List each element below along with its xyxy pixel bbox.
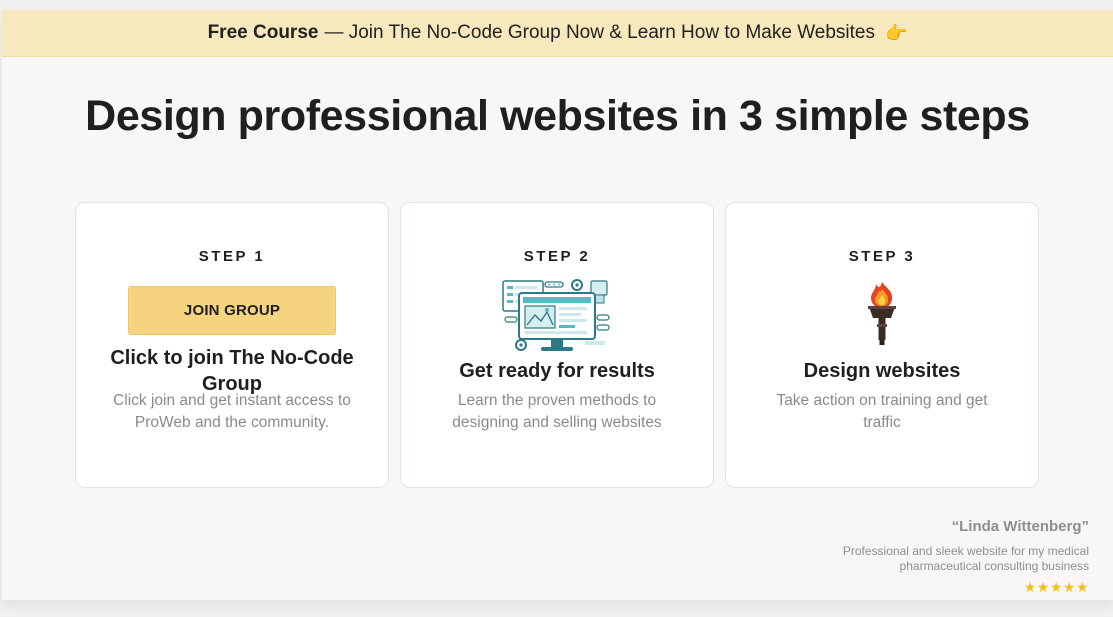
torch-icon (868, 282, 896, 345)
step-description: Click join and get instant access to Pro… (113, 392, 351, 431)
step-title: Design websites (803, 360, 961, 382)
step-title: Get ready for results (459, 360, 655, 382)
step-label: STEP 3 (848, 248, 916, 265)
banner-bold-text: Free Course (207, 22, 319, 43)
pointing-hand-icon: 👉 (885, 22, 908, 43)
promo-banner[interactable]: Free Course — Join The No-Code Group Now… (2, 10, 1113, 57)
testimonial-author: “Linda Wittenberg” (951, 518, 1089, 535)
web-design-illustration-icon (502, 279, 610, 351)
step-description: Learn the proven methods to designing an… (452, 392, 662, 431)
join-group-button[interactable]: JOIN GROUP (128, 286, 336, 335)
banner-text: — Join The No-Code Group Now & Learn How… (324, 22, 875, 43)
star-rating: ★★★★★ (1023, 579, 1089, 595)
step-description: Take action on training and get traffic (776, 392, 988, 431)
landing-page: Free Course — Join The No-Code Group Now… (2, 10, 1113, 600)
step-label: STEP 1 (198, 248, 266, 265)
testimonial-text: Professional and sleek website for my me… (842, 544, 1089, 573)
step-card-1: STEP 1 JOIN GROUP Click to join The No-C… (75, 202, 389, 488)
step-card-2: STEP 2 Get ready for results Learn the p… (400, 202, 714, 488)
testimonial: “Linda Wittenberg” Professional and slee… (819, 518, 1089, 596)
step-label: STEP 2 (523, 248, 591, 265)
page-headline: Design professional websites in 3 simple… (85, 92, 1030, 140)
step-card-3: STEP 3 Design websites Take action on tr… (725, 202, 1039, 488)
